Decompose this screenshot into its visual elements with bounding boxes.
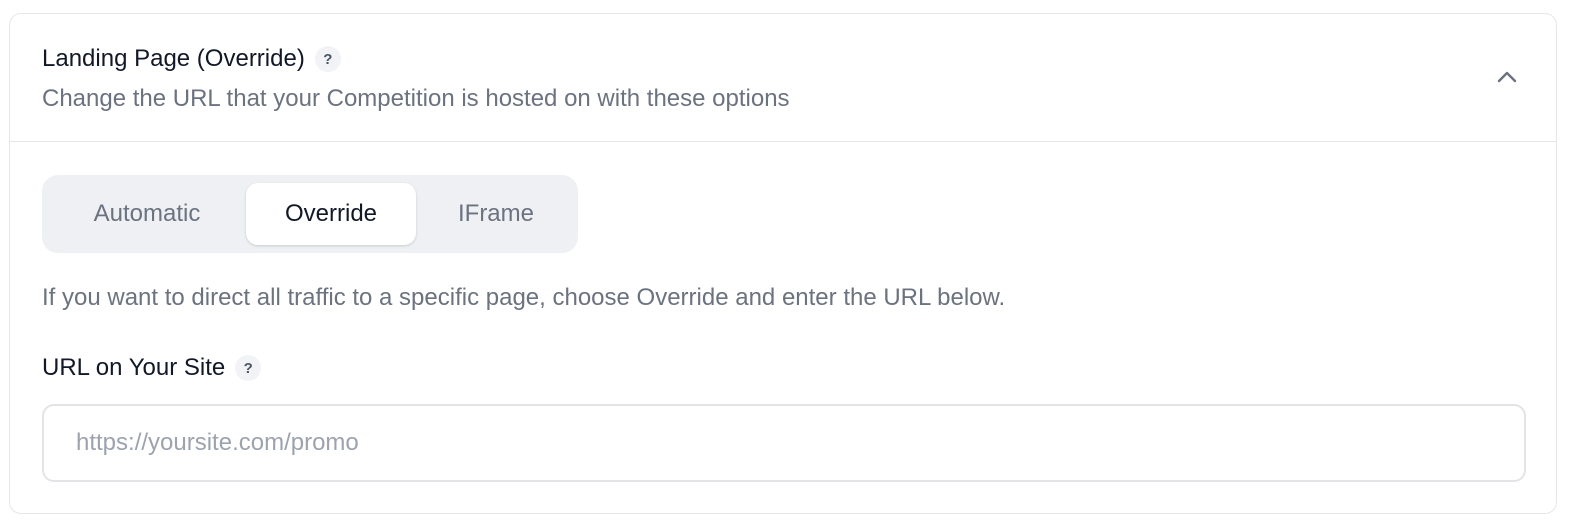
url-field-label-row: URL on Your Site ? <box>42 353 262 383</box>
url-field-label: URL on Your Site <box>42 354 226 381</box>
url-input[interactable] <box>42 404 1526 482</box>
section-subtitle: Change the URL that your Competition is … <box>42 85 790 112</box>
mode-option-iframe[interactable]: IFrame <box>418 183 574 245</box>
question-mark-icon[interactable]: ? <box>235 355 262 381</box>
override-hint-text: If you want to direct all traffic to a s… <box>42 284 1006 311</box>
landing-page-header[interactable]: Landing Page (Override) ? Change the URL… <box>10 14 1556 142</box>
section-title: Landing Page (Override) <box>42 45 305 72</box>
chevron-up-icon[interactable] <box>1494 64 1520 90</box>
question-mark-icon[interactable]: ? <box>314 46 341 72</box>
mode-option-override[interactable]: Override <box>246 183 416 245</box>
mode-option-automatic[interactable]: Automatic <box>50 183 244 245</box>
header-title-row: Landing Page (Override) ? <box>42 44 341 74</box>
mode-segmented-control: Automatic Override IFrame <box>42 175 578 253</box>
landing-page-card: Landing Page (Override) ? Change the URL… <box>9 13 1557 514</box>
